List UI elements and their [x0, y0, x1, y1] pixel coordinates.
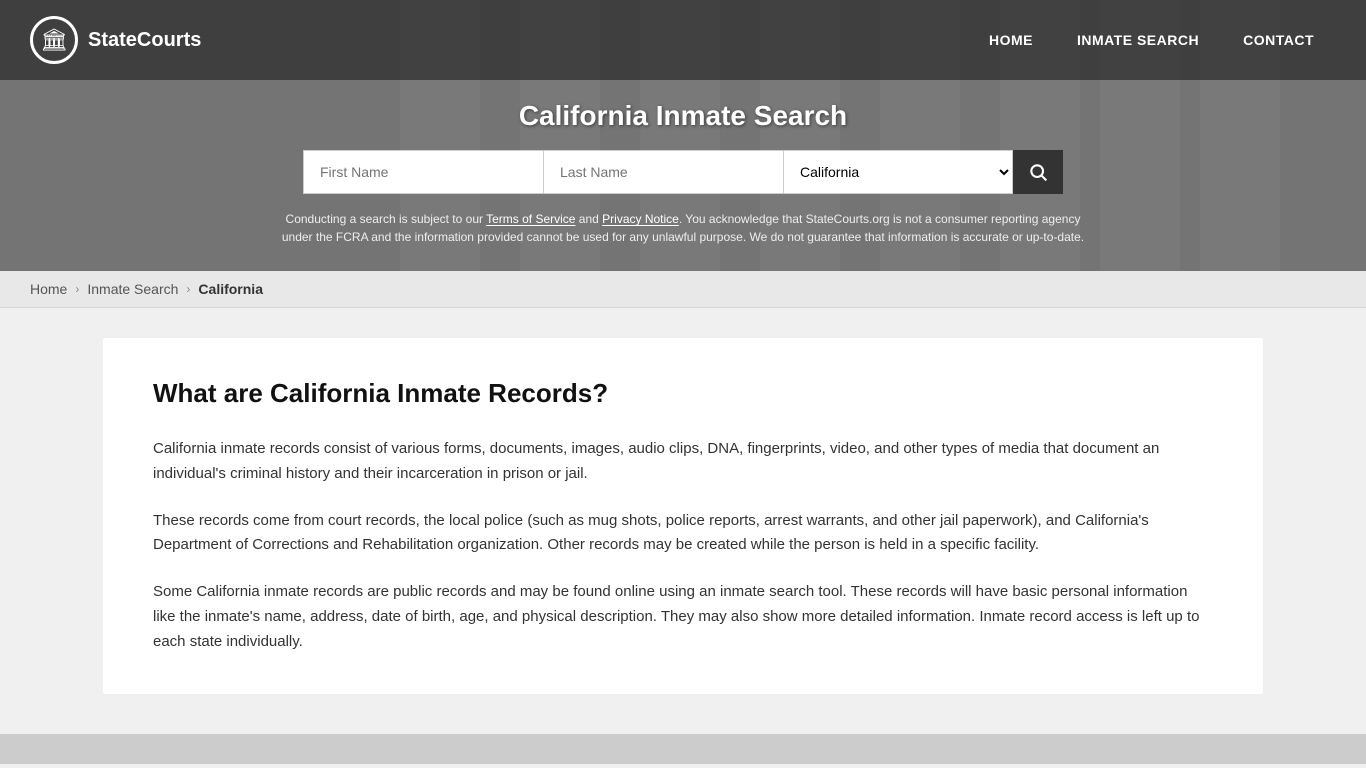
state-select[interactable]: Select StateAlabamaAlaskaArizonaArkansas… [783, 150, 1013, 194]
content-paragraph-3: Some California inmate records are publi… [153, 580, 1213, 654]
nav-inmate-search[interactable]: INMATE SEARCH [1055, 22, 1221, 58]
logo-icon: 🏛 [30, 16, 78, 64]
nav-links: HOME INMATE SEARCH CONTACT [967, 32, 1336, 49]
content-paragraph-1: California inmate records consist of var… [153, 437, 1213, 487]
search-bar: Select StateAlabamaAlaskaArizonaArkansas… [0, 150, 1366, 194]
main-nav: 🏛 StateCourts HOME INMATE SEARCH CONTACT [0, 0, 1366, 80]
disclaimer-text: Conducting a search is subject to our Te… [273, 210, 1093, 246]
last-name-input[interactable] [543, 150, 783, 194]
search-icon [1028, 162, 1048, 182]
disclaimer-before-tos: Conducting a search is subject to our [286, 212, 487, 226]
bottom-stripe [0, 734, 1366, 764]
hero-content: California Inmate Search Select StateAla… [0, 80, 1366, 271]
privacy-notice-link[interactable]: Privacy Notice [602, 212, 679, 226]
breadcrumb-current: California [198, 281, 263, 297]
breadcrumb-home[interactable]: Home [30, 281, 67, 297]
breadcrumb-inmate-search[interactable]: Inmate Search [87, 281, 178, 297]
nav-contact[interactable]: CONTACT [1221, 22, 1336, 58]
terms-of-service-link[interactable]: Terms of Service [486, 212, 575, 226]
breadcrumb-sep-2: › [186, 282, 190, 296]
first-name-input[interactable] [303, 150, 543, 194]
main-content: What are California Inmate Records? Cali… [0, 308, 1366, 734]
content-card: What are California Inmate Records? Cali… [103, 338, 1263, 694]
site-name: StateCourts [88, 29, 201, 52]
breadcrumb-sep-1: › [75, 282, 79, 296]
breadcrumb: Home › Inmate Search › California [0, 271, 1366, 308]
logo-link[interactable]: 🏛 StateCourts [30, 16, 201, 64]
search-button[interactable] [1013, 150, 1063, 194]
hero-title: California Inmate Search [0, 100, 1366, 132]
disclaimer-between: and [575, 212, 602, 226]
hero-section: 🏛 StateCourts HOME INMATE SEARCH CONTACT… [0, 0, 1366, 271]
content-paragraph-2: These records come from court records, t… [153, 509, 1213, 559]
content-heading: What are California Inmate Records? [153, 378, 1213, 409]
nav-home[interactable]: HOME [967, 22, 1055, 58]
